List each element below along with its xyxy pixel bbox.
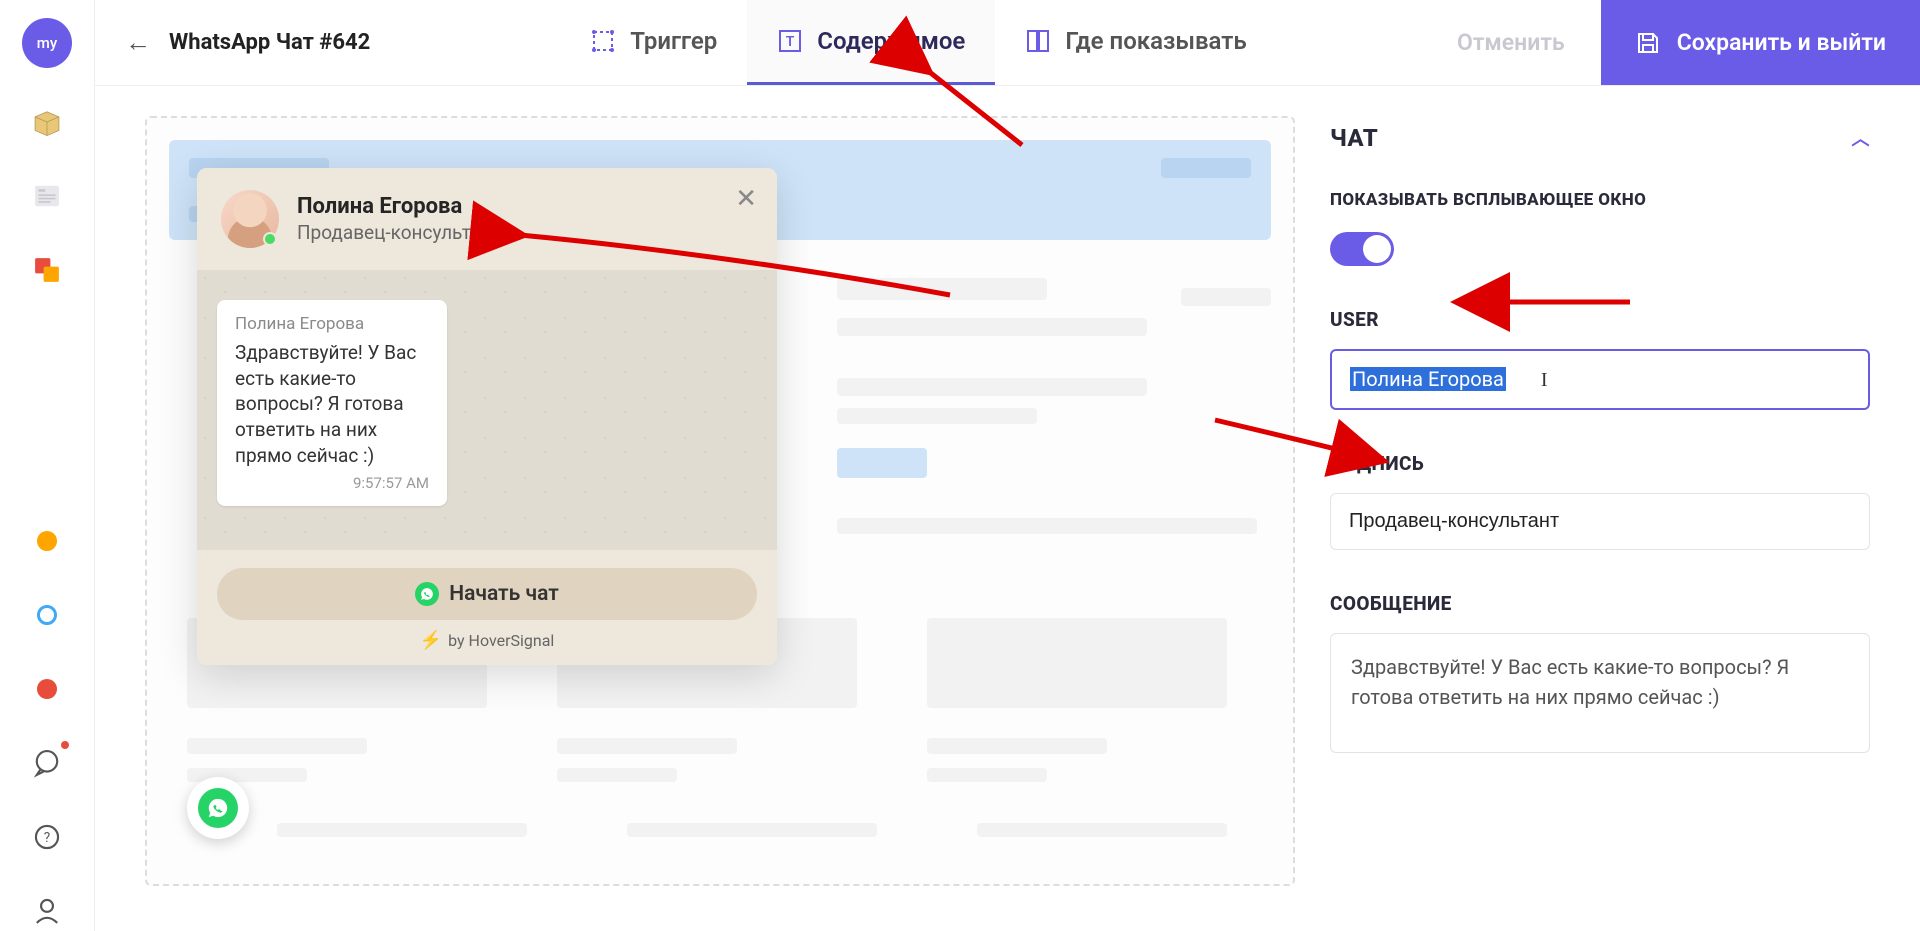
skeleton-block xyxy=(837,518,1257,534)
skeleton-block xyxy=(977,823,1227,837)
message-field-label: СООБЩЕНИЕ xyxy=(1330,592,1870,615)
preview-canvas: Полина Егорова Продавец-консультант ✕ По… xyxy=(145,116,1295,886)
start-chat-button[interactable]: Начать чат xyxy=(217,568,757,620)
user-input-value: Полина Егорова xyxy=(1350,367,1506,391)
rail-profile-icon[interactable] xyxy=(27,891,67,931)
online-indicator xyxy=(263,232,277,246)
skeleton-block xyxy=(837,278,1047,300)
page-title: WhatsApp Чат #642 xyxy=(169,30,370,55)
tab-where[interactable]: Где показывать xyxy=(995,0,1276,85)
agent-role: Продавец-консультант xyxy=(297,221,501,244)
chat-footer: Начать чат ⚡ by HoverSignal xyxy=(197,550,777,665)
sign-field-label: ПОДПИСЬ xyxy=(1330,452,1870,475)
skeleton-block xyxy=(1181,288,1271,306)
user-input[interactable]: Полина Егорова I xyxy=(1330,349,1870,410)
skeleton-block xyxy=(927,618,1227,708)
section-chat-label: ЧАТ xyxy=(1330,124,1378,152)
skeleton-block xyxy=(187,738,367,754)
popup-toggle[interactable] xyxy=(1330,232,1394,266)
chat-body: Полина Егорова Здравствуйте! У Вас есть … xyxy=(197,270,777,550)
user-field-label: USER xyxy=(1330,308,1870,331)
rail-widgets-icon[interactable] xyxy=(27,250,67,290)
settings-panel: ЧАТ ︿ ПОКАЗЫВАТЬ ВСПЛЫВАЮЩЕЕ ОКНО USER П… xyxy=(1310,86,1920,931)
tab-content-label: Содержимое xyxy=(817,27,965,55)
message-time: 9:57:57 AM xyxy=(235,474,429,492)
message-textarea[interactable] xyxy=(1330,633,1870,753)
popup-toggle-label: ПОКАЗЫВАТЬ ВСПЛЫВАЮЩЕЕ ОКНО xyxy=(1330,190,1870,210)
breadcrumb: ← WhatsApp Чат #642 xyxy=(125,27,370,58)
brand-credit: ⚡ by HoverSignal xyxy=(217,630,757,651)
whatsapp-fab[interactable] xyxy=(187,777,249,839)
whatsapp-icon xyxy=(415,582,439,606)
skeleton-block xyxy=(837,448,927,478)
section-chat-title[interactable]: ЧАТ ︿ xyxy=(1330,124,1870,152)
skeleton-block xyxy=(837,378,1147,396)
start-chat-label: Начать чат xyxy=(449,582,559,606)
chat-widget-preview: Полина Егорова Продавец-консультант ✕ По… xyxy=(197,168,777,665)
rail-box-icon[interactable] xyxy=(27,102,67,142)
skeleton-block xyxy=(557,738,737,754)
chat-message: Полина Егорова Здравствуйте! У Вас есть … xyxy=(217,300,447,506)
rail-status-alert[interactable] xyxy=(27,669,67,709)
brand-label: by HoverSignal xyxy=(448,631,554,650)
whatsapp-fab-icon xyxy=(198,788,238,828)
left-rail: my ? xyxy=(0,0,95,931)
skeleton-block xyxy=(837,318,1147,336)
rail-templates-icon[interactable] xyxy=(27,176,67,216)
skeleton-block xyxy=(927,768,1047,782)
skeleton-block xyxy=(277,823,527,837)
tab-content[interactable]: T Содержимое xyxy=(747,0,995,85)
text-cursor-icon: I xyxy=(1541,369,1548,391)
bolt-icon: ⚡ xyxy=(420,630,442,651)
svg-text:?: ? xyxy=(44,830,50,846)
back-arrow-icon[interactable]: ← xyxy=(125,27,151,58)
cancel-button[interactable]: Отменить xyxy=(1421,29,1601,56)
save-button[interactable]: Сохранить и выйти xyxy=(1601,0,1920,85)
tab-trigger-label: Триггер xyxy=(630,27,717,55)
message-sender: Полина Егорова xyxy=(235,314,429,334)
agent-name: Полина Егорова xyxy=(297,194,501,219)
skeleton-block xyxy=(627,823,877,837)
save-button-label: Сохранить и выйти xyxy=(1677,29,1886,56)
header: ← WhatsApp Чат #642 Триггер T Содержимое… xyxy=(95,0,1920,86)
sign-input[interactable] xyxy=(1330,493,1870,550)
skeleton-block xyxy=(557,768,677,782)
preview-canvas-wrap: Полина Егорова Продавец-консультант ✕ По… xyxy=(95,86,1310,931)
message-text: Здравствуйте! У Вас есть какие-то вопрос… xyxy=(235,340,429,468)
rail-status-orange[interactable] xyxy=(27,521,67,561)
skeleton-block xyxy=(837,408,1037,424)
chat-widget-header: Полина Егорова Продавец-консультант ✕ xyxy=(197,168,777,270)
app-logo[interactable]: my xyxy=(22,18,72,68)
close-icon[interactable]: ✕ xyxy=(735,184,757,214)
tab-where-label: Где показывать xyxy=(1065,27,1246,55)
save-icon xyxy=(1635,30,1661,56)
skeleton-block xyxy=(927,738,1107,754)
rail-chat-icon[interactable] xyxy=(27,743,67,783)
rail-status-ring[interactable] xyxy=(27,595,67,635)
editor-tabs: Триггер T Содержимое Где показывать xyxy=(560,0,1276,85)
chevron-up-icon: ︿ xyxy=(1852,125,1871,151)
tab-trigger[interactable]: Триггер xyxy=(560,0,747,85)
rail-help-icon[interactable]: ? xyxy=(27,817,67,857)
svg-text:T: T xyxy=(786,34,795,50)
